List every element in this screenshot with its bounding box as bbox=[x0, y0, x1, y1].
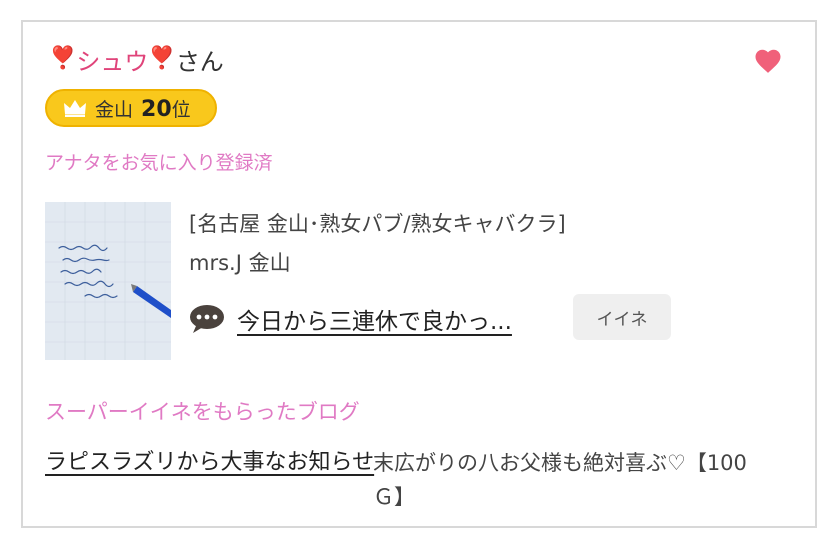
shop-name[interactable]: mrs.J 金山 bbox=[189, 247, 291, 277]
cast-name-row[interactable]: ❣️ シュウ ❣️ さん bbox=[49, 44, 224, 76]
cast-card: ❣️ シュウ ❣️ さん 金山 20位 アナタをお気に入り登録済 [名古屋 金山… bbox=[21, 20, 817, 528]
heart-exclamation-icon: ❣️ bbox=[148, 46, 176, 71]
shop-category: [名古屋 金山･熟女パブ/熟女キャバクラ] bbox=[189, 212, 566, 236]
heart-exclamation-icon: ❣️ bbox=[49, 46, 77, 71]
rank-unit: 位 bbox=[171, 98, 191, 121]
post-title-link[interactable]: 今日から三連休で良かっ... bbox=[237, 302, 512, 336]
handwritten-note-image bbox=[45, 202, 171, 360]
rank-area: 金山 bbox=[95, 98, 134, 121]
post-thumbnail[interactable] bbox=[45, 202, 171, 360]
cast-name: シュウ bbox=[76, 47, 149, 76]
rank-badge[interactable]: 金山 20位 bbox=[45, 89, 217, 127]
favorite-status: アナタをお気に入り登録済 bbox=[45, 152, 273, 174]
post-row: 今日から三連休で良かっ... bbox=[189, 302, 512, 336]
iine-button[interactable]: イイネ bbox=[573, 294, 671, 340]
crown-icon bbox=[64, 100, 86, 117]
blog-detail: 末広がりの八お父様も絶対喜ぶ♡【100Ｇ】 bbox=[373, 451, 747, 509]
rank-number: 20 bbox=[141, 96, 172, 122]
name-suffix: さん bbox=[175, 47, 224, 76]
blog-title-link[interactable]: ラピスラズリから大事なお知らせ bbox=[45, 446, 375, 480]
rank-value: 20位 bbox=[141, 95, 191, 122]
super-iine-heading: スーパーイイネをもらったブログ bbox=[45, 400, 360, 424]
speech-bubble-icon bbox=[190, 305, 224, 333]
heart-icon[interactable] bbox=[753, 46, 783, 76]
